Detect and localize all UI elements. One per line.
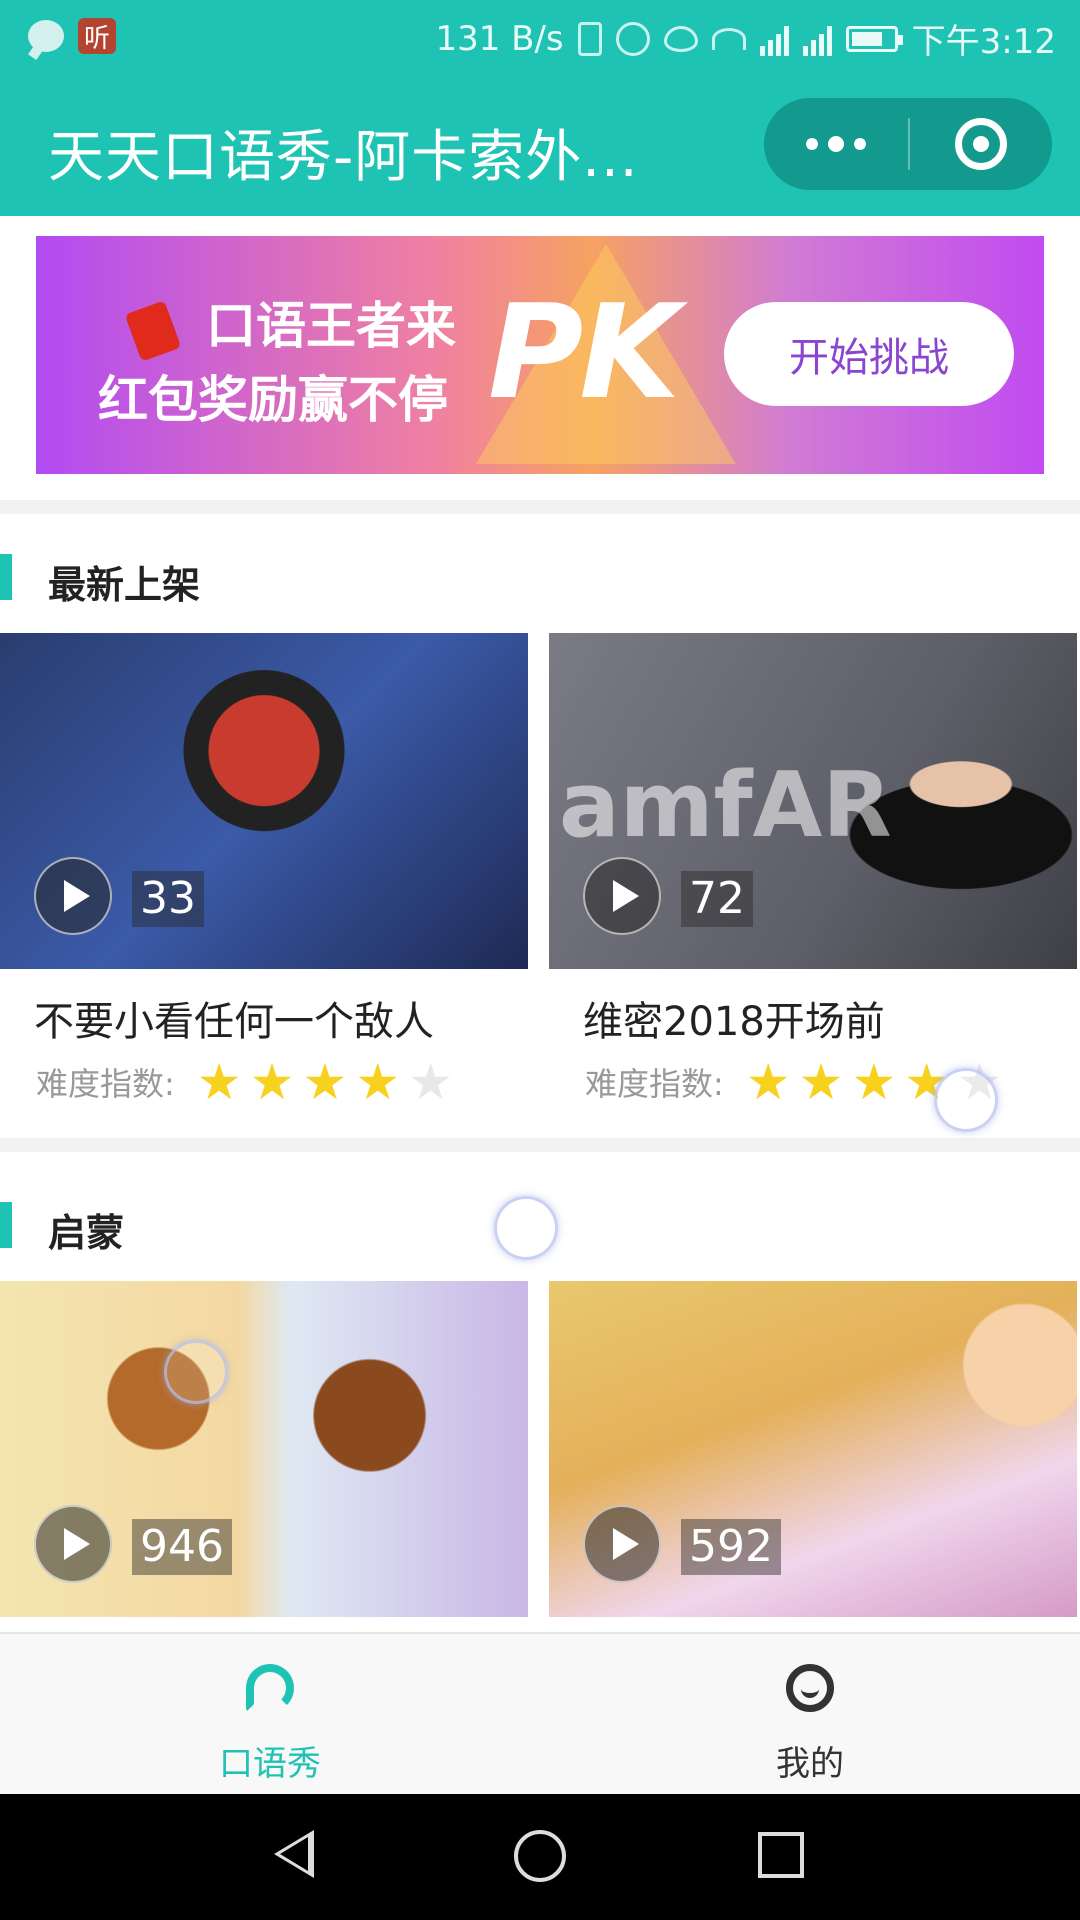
play-count: 946 <box>132 1519 232 1575</box>
video-title[interactable]: 维密2018开场前 <box>583 989 885 1047</box>
back-icon[interactable] <box>274 1830 314 1878</box>
alarm-icon <box>615 21 650 56</box>
tab-label: 口语秀 <box>219 1744 321 1784</box>
difficulty-label: 难度指数: <box>36 1065 175 1103</box>
star-icon: ★ <box>196 1053 242 1111</box>
banner-pk-text: PK <box>488 276 680 428</box>
home-icon[interactable] <box>514 1830 566 1882</box>
banner-subline: 红包奖励赢不停 <box>98 371 448 429</box>
star-icon: ★ <box>302 1053 348 1111</box>
play-icon[interactable] <box>34 857 112 935</box>
difficulty-row: 难度指数: ★ ★ ★ ★ ★ <box>36 1057 453 1107</box>
play-count: 72 <box>681 871 753 927</box>
video-card[interactable]: 33 不要小看任何一个敌人 难度指数: ★ ★ ★ ★ ★ <box>0 633 528 1107</box>
star-empty-icon: ★ <box>408 1053 453 1111</box>
wifi-icon <box>711 27 746 50</box>
speech-icon <box>246 1664 294 1712</box>
section-header-newest: 最新上架 <box>0 552 400 607</box>
tab-speaking-show[interactable]: 口语秀 <box>0 1634 540 1796</box>
difficulty-stars: ★ ★ ★ ★ ★ <box>197 1057 453 1107</box>
section-header-enlightenment: 启蒙 <box>0 1200 400 1255</box>
network-speed: 131 B/s <box>435 18 564 59</box>
touch-indicator <box>934 1068 998 1132</box>
video-title[interactable]: 不要小看任何一个敌人 <box>34 989 434 1047</box>
battery-icon <box>845 25 903 52</box>
dot <box>806 138 818 150</box>
dot <box>828 136 844 152</box>
section-divider <box>0 1138 1080 1152</box>
star-icon: ★ <box>798 1053 844 1111</box>
play-count: 592 <box>681 1519 781 1575</box>
page-title: 天天口语秀-阿卡索外... <box>48 125 639 190</box>
red-envelope-icon <box>124 300 182 362</box>
start-challenge-button[interactable]: 开始挑战 <box>724 302 1014 406</box>
signal-4g-icon <box>759 22 789 56</box>
section-divider <box>0 500 1080 514</box>
video-thumbnail[interactable]: 33 <box>0 633 528 969</box>
dot <box>854 138 866 150</box>
banner-headline: 口语王者来 <box>206 297 456 355</box>
play-icon[interactable] <box>583 857 661 935</box>
clock: 下午3:12 <box>911 22 1056 62</box>
video-thumbnail[interactable]: 946 <box>0 1281 528 1617</box>
profile-icon <box>786 1664 834 1712</box>
eye-icon <box>663 25 698 52</box>
play-icon[interactable] <box>34 1505 112 1583</box>
app-header: 天天口语秀-阿卡索外... <box>0 72 1080 216</box>
play-icon[interactable] <box>583 1505 661 1583</box>
video-thumbnail[interactable]: 592 <box>549 1281 1077 1617</box>
more-button[interactable] <box>764 98 908 190</box>
thumbnail-backdrop-text: amfAR <box>559 753 892 858</box>
pk-challenge-banner[interactable]: 口语王者来 红包奖励赢不停 PK 开始挑战 <box>36 236 1044 474</box>
star-icon: ★ <box>249 1053 295 1111</box>
tab-label: 我的 <box>776 1744 844 1784</box>
difficulty-label: 难度指数: <box>585 1065 724 1103</box>
bottom-tab-bar: 口语秀 我的 <box>0 1632 1080 1794</box>
star-icon: ★ <box>745 1053 791 1111</box>
video-card[interactable]: amfAR 72 维密2018开场前 难度指数: ★ ★ ★ ★ ★ <box>549 633 1077 1107</box>
close-button[interactable] <box>910 98 1052 190</box>
star-icon: ★ <box>851 1053 897 1111</box>
chat-icon <box>28 20 64 52</box>
star-icon: ★ <box>355 1053 401 1111</box>
status-bar: 听 131 B/s 下午3:12 <box>0 0 1080 72</box>
play-count: 33 <box>132 871 204 927</box>
tab-mine[interactable]: 我的 <box>540 1634 1080 1796</box>
close-circle-icon <box>955 118 1007 170</box>
vibrate-icon <box>577 21 602 56</box>
section-title: 最新上架 <box>48 563 201 607</box>
recent-apps-icon[interactable] <box>758 1832 804 1878</box>
listen-app-icon: 听 <box>78 18 116 54</box>
video-card[interactable]: 592 <box>549 1281 1077 1617</box>
video-thumbnail[interactable]: amfAR 72 <box>549 633 1077 969</box>
touch-indicator <box>164 1340 228 1404</box>
section-title: 启蒙 <box>48 1211 125 1255</box>
signal-2g-icon <box>802 22 832 56</box>
touch-indicator <box>494 1196 558 1260</box>
video-card[interactable]: 946 <box>0 1281 528 1617</box>
section-accent-bar <box>0 554 12 600</box>
miniprogram-capsule <box>764 98 1052 190</box>
section-accent-bar <box>0 1202 12 1248</box>
system-nav-bar <box>0 1794 1080 1920</box>
